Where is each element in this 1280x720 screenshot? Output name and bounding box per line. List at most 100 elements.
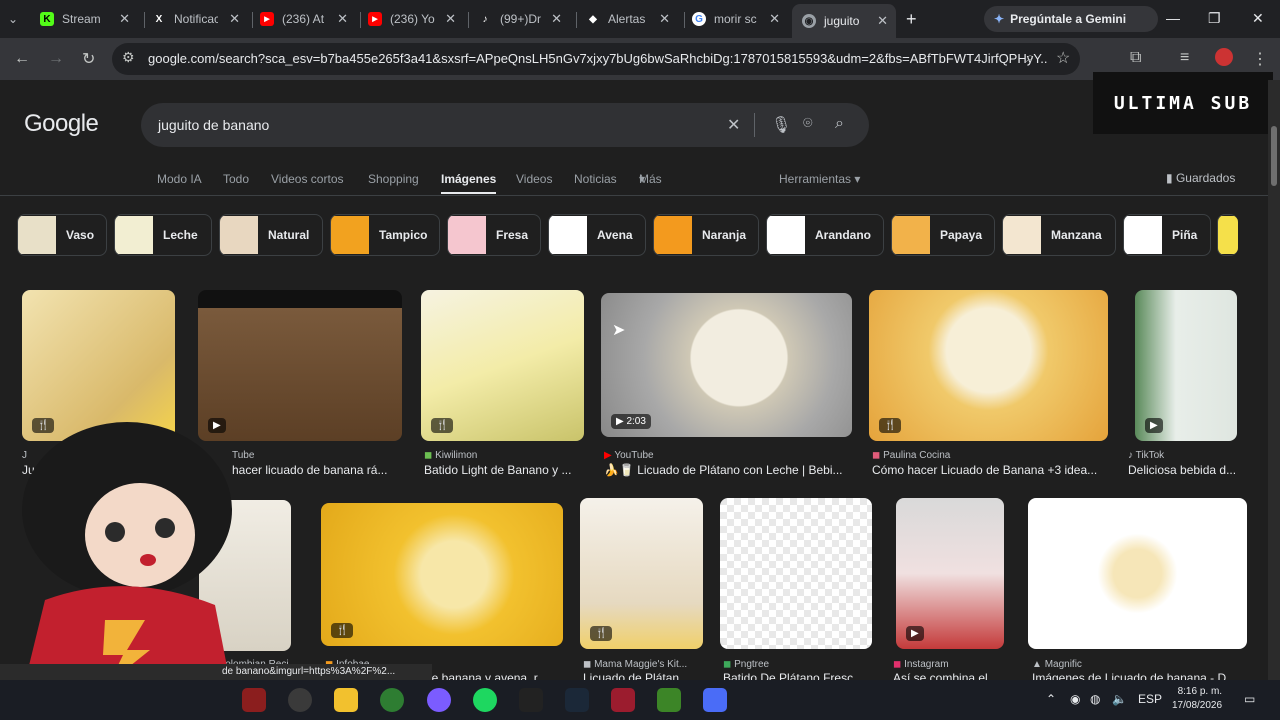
result-title[interactable]: Batido De Plátano Fresc...	[723, 671, 873, 680]
close-icon[interactable]: ✕	[659, 11, 670, 27]
close-icon[interactable]: ✕	[877, 13, 888, 29]
chip-pina[interactable]: Piña	[1123, 214, 1211, 256]
scrollbar-thumb[interactable]	[1271, 126, 1277, 186]
close-icon[interactable]: ✕	[229, 11, 240, 27]
notifications-icon[interactable]: ▭	[1244, 692, 1255, 706]
back-icon[interactable]: ←	[14, 50, 30, 68]
result-title[interactable]: 🍌🥛 Licuado de Plátano con Leche | Bebi..…	[604, 463, 854, 477]
tab-stream[interactable]: K Stream ✕	[40, 6, 138, 32]
language-indicator[interactable]: ESP	[1138, 692, 1162, 706]
tab-noticias[interactable]: Noticias	[574, 172, 617, 186]
saved-button[interactable]: ▮ Guardados	[1166, 171, 1235, 185]
result-image[interactable]: ▶	[1135, 290, 1237, 441]
reload-icon[interactable]: ↻	[82, 49, 95, 69]
network-icon[interactable]: ◍	[1090, 692, 1100, 706]
chip-avena[interactable]: Avena	[548, 214, 646, 256]
chip-naranja[interactable]: Naranja	[653, 214, 759, 256]
result-title[interactable]: Así se combina el ...	[893, 671, 1005, 680]
menu-dots-icon[interactable]: ⋮	[1252, 49, 1268, 69]
result-title[interactable]: Deliciosa bebida d...	[1128, 463, 1237, 477]
result-image[interactable]	[720, 498, 872, 649]
app-icon[interactable]	[242, 688, 266, 712]
google-logo[interactable]: Google	[24, 110, 99, 138]
new-tab-button[interactable]: +	[906, 6, 917, 32]
tab-youtube-1[interactable]: ▶ (236) At ✕	[260, 6, 356, 32]
app-icon[interactable]	[380, 688, 404, 712]
media-control-icon[interactable]: ≡	[1180, 49, 1189, 67]
result-image[interactable]: 🍴	[321, 503, 563, 646]
folder-icon[interactable]	[334, 688, 358, 712]
chip-tampico[interactable]: Tampico	[330, 214, 440, 256]
chip-leche[interactable]: Leche	[114, 214, 212, 256]
tab-todo[interactable]: Todo	[223, 172, 249, 186]
close-icon[interactable]: ✕	[769, 11, 780, 27]
site-info-icon[interactable]: ⚙	[122, 49, 135, 66]
clear-icon[interactable]: ✕	[727, 115, 740, 135]
chip-manzana[interactable]: Manzana	[1002, 214, 1116, 256]
volume-icon[interactable]: 🔈	[1112, 692, 1127, 706]
tab-search-button[interactable]: ⌄	[8, 6, 26, 32]
close-icon[interactable]: ✕	[119, 11, 130, 27]
result-title[interactable]: Cómo hacer Licuado de Banana +3 idea...	[872, 463, 1108, 477]
tab-juguito[interactable]: ◉ juguito ✕	[792, 4, 896, 38]
chip-more[interactable]	[1217, 214, 1238, 256]
tab-youtube-2[interactable]: ▶ (236) Yo ✕	[368, 6, 464, 32]
app-icon[interactable]	[703, 688, 727, 712]
search-icon[interactable]: ⌕	[1026, 49, 1034, 66]
profile-avatar[interactable]	[1215, 48, 1233, 66]
chip-natural[interactable]: Natural	[219, 214, 323, 256]
result-title[interactable]: hacer licuado de banana rá...	[232, 463, 402, 477]
result-image[interactable]: ▶ 2:03	[601, 293, 852, 437]
tab-tiktok[interactable]: ♪ (99+)Dr ✕	[478, 6, 570, 32]
chip-fresa[interactable]: Fresa	[447, 214, 541, 256]
search-input[interactable]: juguito de banano	[158, 117, 269, 133]
scrollbar[interactable]	[1268, 80, 1280, 680]
url-text[interactable]: google.com/search?sca_esv=b7ba455e265f3a…	[148, 51, 1048, 66]
result-title[interactable]: Licuado de Plátan...	[583, 671, 703, 680]
tab-alertas[interactable]: ◆ Alertas ✕	[586, 6, 678, 32]
lens-icon[interactable]: ⌾	[803, 115, 813, 133]
steam-icon[interactable]	[565, 688, 589, 712]
tab-modo-ia[interactable]: Modo IA	[157, 172, 202, 186]
discord-icon[interactable]: ◉	[1070, 692, 1080, 706]
chip-papaya[interactable]: Papaya	[891, 214, 995, 256]
bookmark-star-icon[interactable]: ☆	[1056, 48, 1070, 68]
close-icon[interactable]: ✕	[337, 11, 348, 27]
address-bar[interactable]: ⚙ google.com/search?sca_esv=b7ba455e265f…	[112, 43, 1080, 75]
result-image[interactable]: ▶	[198, 290, 402, 441]
result-title[interactable]: Imágenes de Licuado de banana - D...	[1032, 671, 1247, 680]
minimize-button[interactable]: —	[1166, 10, 1180, 26]
epic-games-icon[interactable]	[519, 688, 543, 712]
tab-mas[interactable]: Más ▾	[639, 172, 662, 186]
extensions-icon[interactable]: ⧉	[1130, 49, 1141, 67]
app-icon[interactable]	[427, 688, 451, 712]
tab-shopping[interactable]: Shopping	[368, 172, 419, 186]
forward-icon[interactable]: →	[48, 50, 64, 68]
app-icon[interactable]	[288, 688, 312, 712]
tab-morir[interactable]: G morir sc ✕	[692, 6, 788, 32]
result-image[interactable]	[1028, 498, 1247, 649]
spotify-icon[interactable]	[473, 688, 497, 712]
chip-vaso[interactable]: Vaso	[17, 214, 107, 256]
tray-expand-icon[interactable]: ⌃	[1046, 692, 1056, 706]
result-image[interactable]: ▶	[896, 498, 1004, 649]
result-title[interactable]: de banana y avena. r...	[425, 671, 563, 680]
close-icon[interactable]: ✕	[445, 11, 456, 27]
tab-notificaciones[interactable]: X Notificaciones ✕	[152, 6, 248, 32]
close-icon[interactable]: ✕	[551, 11, 562, 27]
search-icon[interactable]: ⌕	[835, 115, 844, 133]
tools-button[interactable]: Herramientas ▾	[779, 172, 860, 186]
result-image[interactable]: 🍴	[421, 290, 584, 441]
result-image[interactable]: 🍴	[869, 290, 1108, 441]
restore-button[interactable]: ❐	[1208, 10, 1221, 27]
chip-arandano[interactable]: Arandano	[766, 214, 884, 256]
result-image[interactable]: 🍴	[580, 498, 703, 649]
minecraft-icon[interactable]	[657, 688, 681, 712]
window-close-button[interactable]: ✕	[1252, 10, 1264, 27]
tab-videos[interactable]: Videos	[516, 172, 552, 186]
app-icon[interactable]	[611, 688, 635, 712]
microphone-icon[interactable]: 🎙	[771, 115, 791, 135]
search-box[interactable]: juguito de banano ✕ 🎙 ⌾ ⌕	[141, 103, 869, 147]
clock[interactable]: 8:16 p. m. 17/08/2026	[1172, 685, 1222, 713]
tab-imagenes[interactable]: Imágenes	[441, 172, 496, 186]
